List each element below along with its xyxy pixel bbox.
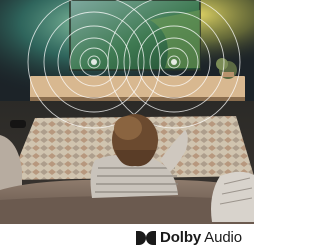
living-room-scene — [0, 0, 254, 224]
dolby-logo-text: Dolby Audio — [160, 229, 242, 246]
dolby-double-d-icon — [136, 230, 156, 245]
brand-product: Audio — [204, 229, 243, 246]
brand-name: Dolby — [160, 229, 202, 246]
product-hero-image: Dolby Audio — [0, 0, 254, 251]
dolby-audio-logo: Dolby Audio — [136, 229, 242, 246]
